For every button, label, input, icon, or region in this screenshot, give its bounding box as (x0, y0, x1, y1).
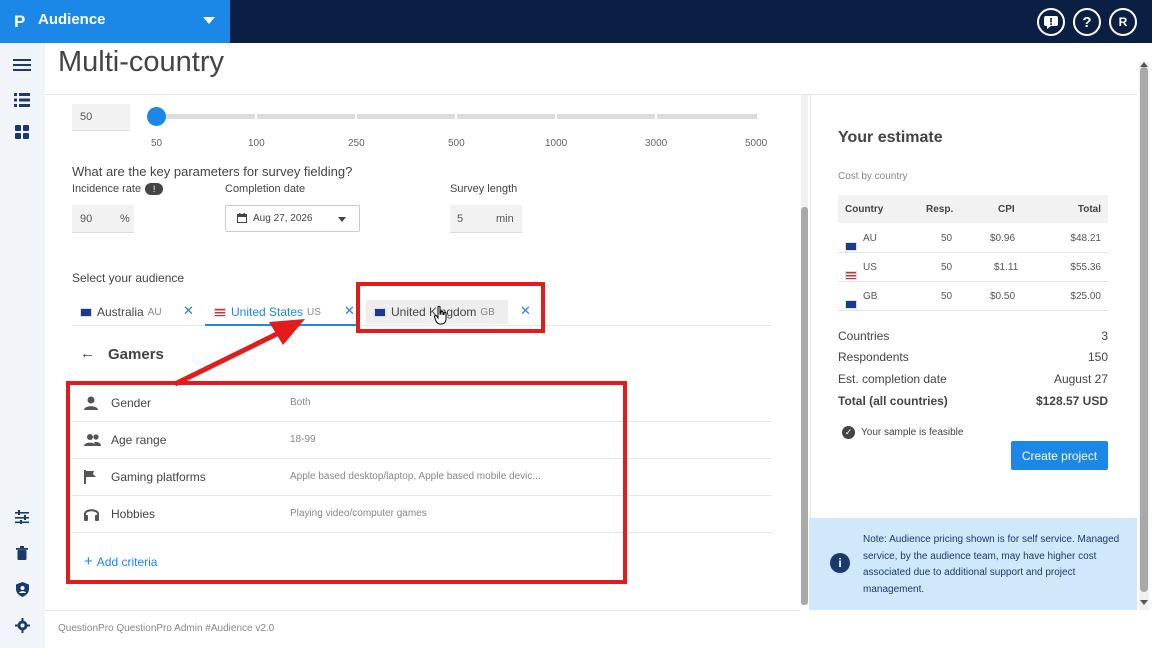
annotation-arrow (173, 319, 305, 387)
